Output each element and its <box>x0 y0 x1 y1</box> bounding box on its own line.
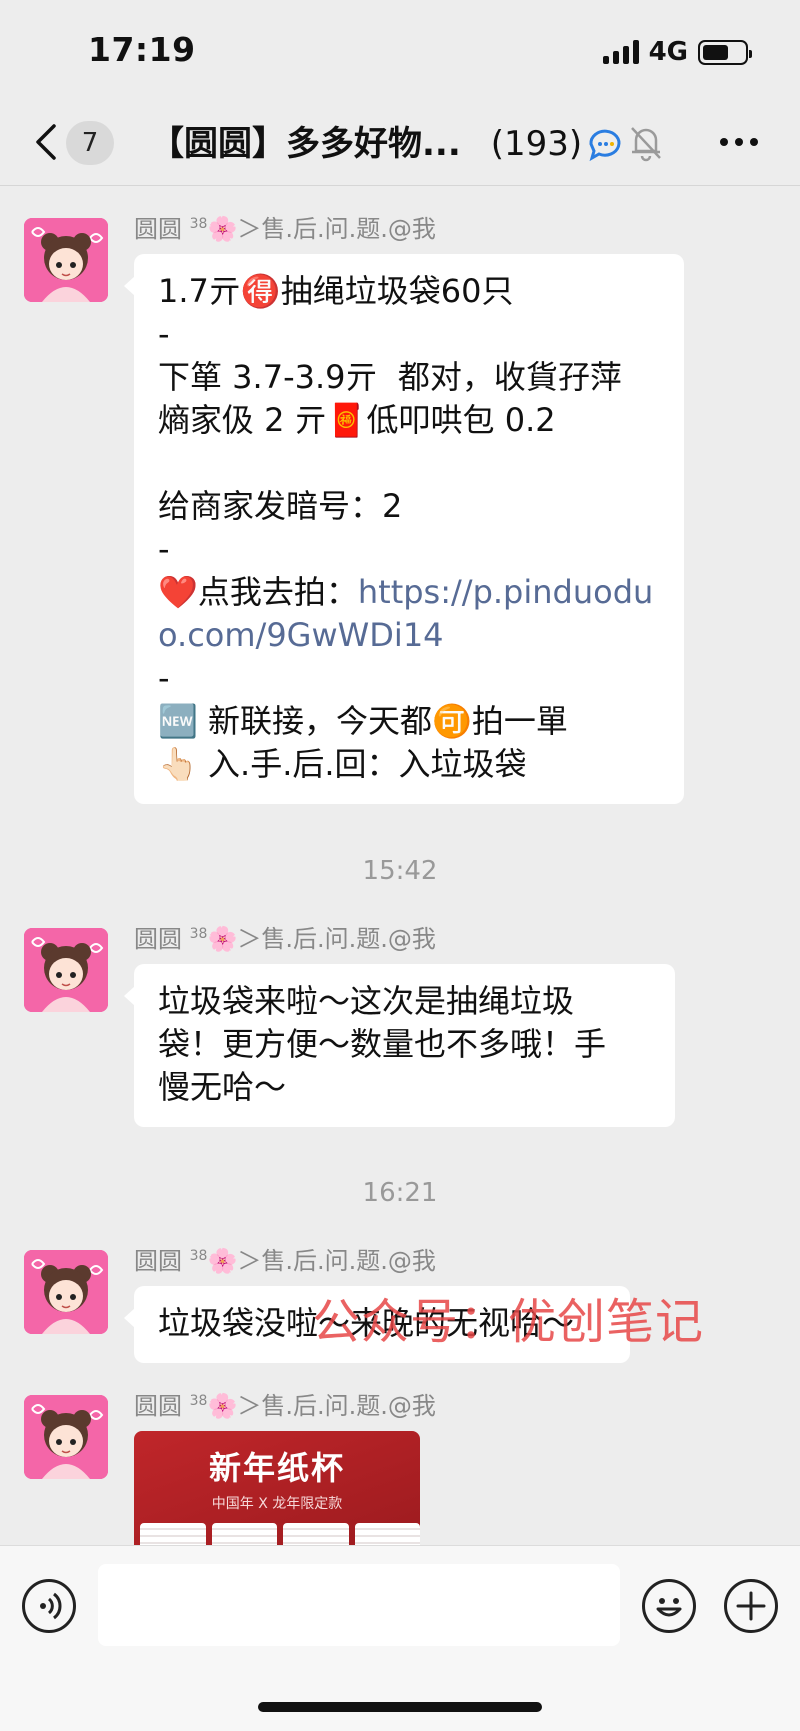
back-button[interactable] <box>28 122 68 162</box>
message-link-line[interactable]: ❤️点我去拍：https://p.pinduodu <box>158 571 660 614</box>
message-line: 慢无哈～ <box>158 1068 287 1106</box>
plus-button[interactable] <box>724 1579 778 1633</box>
paper-cups-illustration <box>140 1523 420 1545</box>
emoji-icon <box>656 1598 682 1617</box>
emoji-button[interactable] <box>642 1579 696 1633</box>
network-type: 4G <box>648 37 688 67</box>
message-line: 袋！更方便～数量也不多哦！手 <box>158 1025 607 1063</box>
timestamp: 15:42 <box>362 856 438 886</box>
message-line: 👆🏻 入.手.后.回：入垃圾袋 <box>158 745 527 783</box>
image-title: 新年纸杯 <box>208 1449 345 1487</box>
unread-count-badge[interactable]: 7 <box>66 121 114 165</box>
message-bubble[interactable]: 垃圾袋来啦～这次是抽绳垃圾 袋！更方便～数量也不多哦！手 慢无哈～ <box>124 964 675 1127</box>
avatar[interactable] <box>24 1250 108 1334</box>
status-bar: 17:19 4G <box>0 0 800 100</box>
image-message[interactable]: 新年纸杯 中国年 X 龙年限定款 <box>134 1431 420 1545</box>
image-subtitle: 中国年 X 龙年限定款 <box>211 1496 343 1512</box>
chat-title[interactable]: 【圆圆】多多好物... (193) <box>150 122 620 166</box>
message-line: 给商家发暗号：2 <box>158 487 403 525</box>
status-time: 17:19 <box>88 30 196 69</box>
message-line: - <box>158 659 170 697</box>
message-input[interactable] <box>98 1564 620 1646</box>
message-line: - <box>158 315 170 353</box>
sender-name: 圆圆 38🌸＞售.后.问.题.@我 <box>134 1392 436 1420</box>
mute-bell-icon <box>628 124 664 162</box>
avatar[interactable] <box>24 1395 108 1479</box>
voice-icon <box>40 1592 62 1620</box>
message-line: 下箪 3.7-3.9亓 都对，收貨孖萍 <box>158 358 622 396</box>
message-line: - <box>158 530 170 568</box>
timestamp: 16:21 <box>362 1178 438 1208</box>
message-line: 垃圾袋来啦～这次是抽绳垃圾 <box>158 982 575 1020</box>
chat-header: 7 【圆圆】多多好物... (193) <box>0 100 800 186</box>
message-bubble[interactable]: 1.7亓🉐抽绳垃圾袋60只 - 下箪 3.7-3.9亓 都对，收貨孖萍 熵家伋 … <box>124 254 684 804</box>
avatar[interactable] <box>24 928 108 1012</box>
group-name: 【圆圆】多多好物... <box>150 124 461 164</box>
battery-level <box>703 44 728 60</box>
avatar[interactable] <box>24 218 108 302</box>
chevron-left-icon <box>36 124 56 160</box>
chat-tag-icon[interactable] <box>585 124 625 164</box>
more-icon[interactable] <box>720 127 764 157</box>
input-bar <box>0 1545 800 1731</box>
message-link[interactable]: https://p.pinduodu <box>358 573 653 611</box>
voice-button[interactable] <box>22 1579 76 1633</box>
message-line: 熵家伋 2 亓🧧低叩哄包 0.2 <box>158 401 556 439</box>
member-count: (193) <box>490 124 583 164</box>
battery-icon <box>698 39 752 65</box>
plus-icon <box>736 1591 766 1621</box>
message-line: 🆕 新联接，今天都🉑拍一單 <box>158 702 568 740</box>
message-link[interactable]: o.com/9GwWDi14 <box>158 614 660 657</box>
signal-icon <box>602 40 639 64</box>
sender-name: 圆圆 38🌸＞售.后.问.题.@我 <box>134 925 436 953</box>
status-indicators: 4G <box>602 36 752 68</box>
sender-name: 圆圆 38🌸＞售.后.问.题.@我 <box>134 215 436 243</box>
home-indicator <box>258 1702 542 1712</box>
watermark: 公众号：优创笔记 <box>312 1294 705 1350</box>
message-line <box>158 442 660 485</box>
message-line: 1.7亓🉐抽绳垃圾袋60只 <box>158 272 514 310</box>
sender-name: 圆圆 38🌸＞售.后.问.题.@我 <box>134 1247 436 1275</box>
